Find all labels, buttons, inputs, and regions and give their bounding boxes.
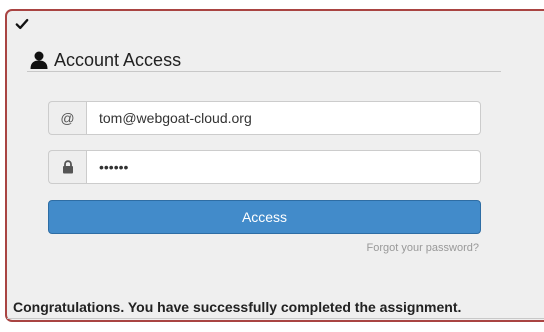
- email-field[interactable]: [86, 101, 481, 135]
- checkmark-icon: [15, 18, 29, 30]
- feedback-divider: [7, 318, 544, 319]
- user-icon: [30, 51, 48, 69]
- legend-title: Account Access: [54, 50, 182, 70]
- access-button[interactable]: Access: [48, 200, 481, 234]
- password-input-group: [48, 150, 481, 184]
- legend-divider: [27, 71, 501, 72]
- form-legend: Account Access: [29, 48, 181, 72]
- at-sign-icon: @: [48, 101, 86, 135]
- forgot-password-link[interactable]: Forgot your password?: [367, 242, 480, 254]
- email-input-group: @: [48, 101, 481, 135]
- feedback-message: Congratulations. You have successfully c…: [13, 299, 462, 315]
- assignment-panel: Account Access @ Access Forgot your pass…: [5, 9, 544, 322]
- lock-icon: [48, 150, 86, 184]
- password-field[interactable]: [86, 150, 481, 184]
